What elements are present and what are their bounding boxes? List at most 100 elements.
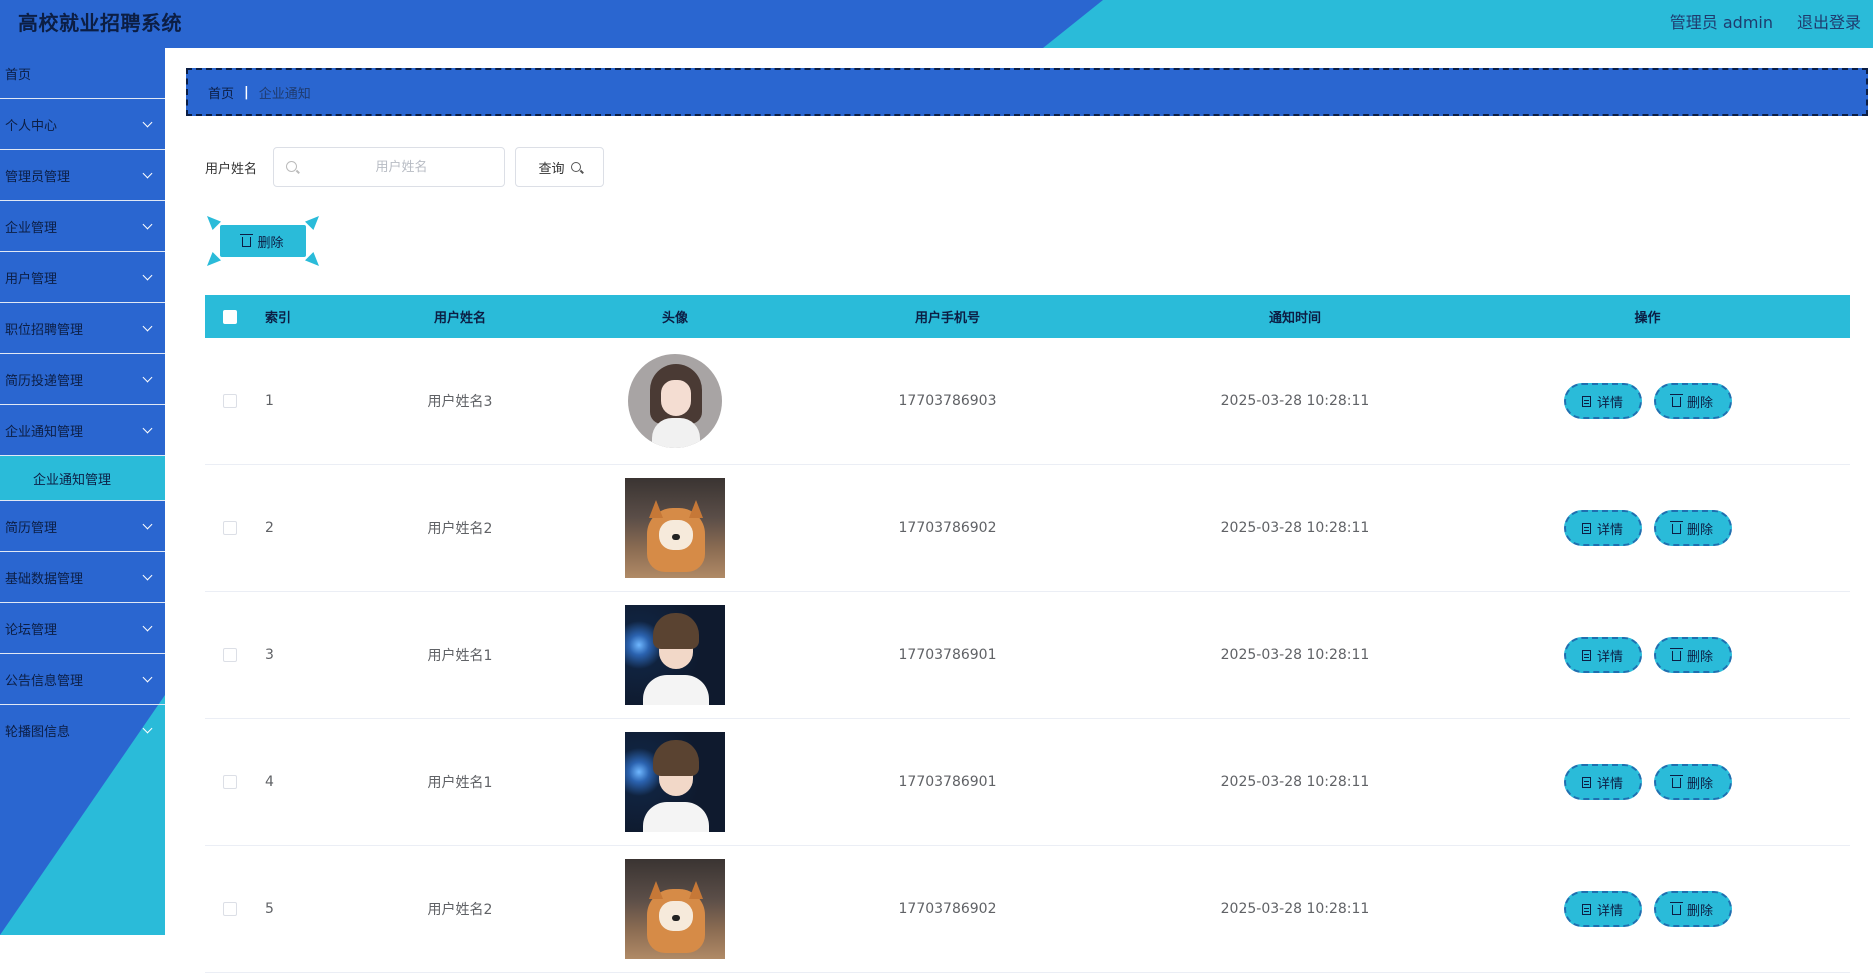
document-icon: [1581, 649, 1591, 661]
sidebar-item-label: 论坛管理: [5, 622, 58, 638]
header-name: 用户姓名: [433, 311, 486, 326]
trash-icon: [1669, 902, 1683, 915]
chevron-down-icon: [142, 723, 153, 734]
cell-phone: 17703786902: [898, 520, 997, 536]
header-index: 索引: [265, 311, 292, 326]
table-header: 索引 用户姓名 头像 用户手机号 通知时间 操作: [205, 295, 1850, 338]
sidebar-item-label: 职位招聘管理: [5, 322, 84, 338]
cell-time: 2025-03-28 10:28:11: [1220, 901, 1370, 917]
chevron-down-icon: [142, 168, 153, 179]
chevron-down-icon: [142, 117, 153, 128]
sidebar-item[interactable]: 简历投递管理: [0, 354, 165, 405]
search-icon: [570, 162, 581, 172]
search-field[interactable]: [273, 147, 505, 187]
avatar: [625, 859, 725, 959]
delete-button[interactable]: 删除: [1653, 637, 1732, 673]
cell-time: 2025-03-28 10:28:11: [1220, 647, 1370, 663]
cell-time: 2025-03-28 10:28:11: [1220, 393, 1370, 409]
current-user: 管理员 admin: [1669, 13, 1773, 32]
detail-button[interactable]: 详情: [1563, 383, 1642, 419]
trash-icon: [1669, 775, 1683, 788]
search-input[interactable]: [304, 148, 499, 186]
sidebar-item-label: 管理员管理: [5, 169, 71, 185]
sidebar-subitem[interactable]: 企业通知管理: [0, 456, 165, 501]
table-row: 1 用户姓名3 17703786903 2025-03-28 10:28:11 详情 删除: [205, 338, 1850, 465]
detail-button[interactable]: 详情: [1563, 510, 1642, 546]
chevron-down-icon: [142, 621, 153, 632]
sidebar-item[interactable]: 公告信息管理: [0, 654, 165, 705]
sidebar-item[interactable]: 用户管理: [0, 252, 165, 303]
top-header: 高校就业招聘系统 管理员 admin 退出登录: [0, 0, 1873, 48]
document-icon: [1581, 522, 1591, 534]
search-label: 用户姓名: [205, 162, 258, 177]
sidebar-item[interactable]: 企业通知管理: [0, 405, 165, 456]
bulk-delete-button[interactable]: 删除: [205, 216, 321, 266]
logout-link[interactable]: 退出登录: [1797, 9, 1861, 33]
detail-button[interactable]: 详情: [1563, 891, 1642, 927]
cell-phone: 17703786901: [898, 774, 997, 790]
header-avatar: 头像: [661, 311, 688, 326]
header-phone: 用户手机号: [914, 311, 980, 326]
row-checkbox[interactable]: [223, 648, 237, 662]
sidebar-item-label: 基础数据管理: [5, 571, 84, 587]
delete-button[interactable]: 删除: [1653, 510, 1732, 546]
query-button[interactable]: 查询: [515, 147, 604, 187]
detail-button[interactable]: 详情: [1563, 764, 1642, 800]
chevron-down-icon: [142, 270, 153, 281]
delete-button[interactable]: 删除: [1653, 891, 1732, 927]
row-checkbox[interactable]: [223, 394, 237, 408]
header-ops: 操作: [1634, 311, 1661, 326]
breadcrumb-separator: |: [244, 84, 249, 100]
document-icon: [1581, 395, 1591, 407]
delete-button[interactable]: 删除: [1653, 764, 1732, 800]
app-title: 高校就业招聘系统: [18, 11, 182, 35]
breadcrumb: 首页 | 企业通知: [186, 68, 1868, 116]
chevron-down-icon: [142, 570, 153, 581]
cell-name: 用户姓名3: [427, 394, 493, 410]
trash-icon: [1669, 521, 1683, 534]
sidebar-item-label: 企业管理: [5, 220, 58, 236]
chevron-down-icon: [142, 219, 153, 230]
header-time: 通知时间: [1268, 311, 1321, 326]
cell-name: 用户姓名2: [427, 521, 493, 537]
breadcrumb-current: 企业通知: [258, 86, 311, 102]
search-icon: [286, 161, 297, 172]
row-checkbox[interactable]: [223, 775, 237, 789]
sidebar-item[interactable]: 职位招聘管理: [0, 303, 165, 354]
sidebar-item[interactable]: 论坛管理: [0, 603, 165, 654]
cell-index: 5: [265, 901, 274, 917]
sidebar-item-label: 企业通知管理: [5, 424, 84, 440]
sidebar-item-label: 个人中心: [5, 118, 58, 134]
detail-button[interactable]: 详情: [1563, 637, 1642, 673]
sidebar-item[interactable]: 个人中心: [0, 99, 165, 150]
select-all-checkbox[interactable]: [223, 309, 237, 324]
table-row: 2 用户姓名2 17703786902 2025-03-28 10:28:11 详情 删除: [205, 465, 1850, 592]
avatar: [625, 605, 725, 705]
row-checkbox[interactable]: [223, 902, 237, 916]
sidebar-item[interactable]: 轮播图信息: [0, 705, 165, 756]
cell-index: 1: [265, 393, 274, 409]
trash-icon: [1669, 394, 1683, 407]
sidebar-item[interactable]: 基础数据管理: [0, 552, 165, 603]
sidebar-item[interactable]: 企业管理: [0, 201, 165, 252]
cell-name: 用户姓名1: [427, 648, 493, 664]
sidebar-item[interactable]: 首页: [0, 48, 165, 99]
sidebar: 首页 个人中心 管理员管理 企业管理 用户管理 职位招聘管理 简历投递管理 企业通知管理 企业通…: [0, 48, 165, 935]
sidebar-item[interactable]: 管理员管理: [0, 150, 165, 201]
breadcrumb-home[interactable]: 首页: [208, 83, 234, 102]
cell-name: 用户姓名1: [427, 775, 493, 791]
sidebar-item-label: 用户管理: [5, 271, 58, 287]
table-row: 3 用户姓名1 17703786901 2025-03-28 10:28:11 详情 删除: [205, 592, 1850, 719]
bulk-delete-label: 删除: [257, 235, 284, 251]
cell-phone: 17703786902: [898, 901, 997, 917]
delete-button[interactable]: 删除: [1653, 383, 1732, 419]
row-checkbox[interactable]: [223, 521, 237, 535]
document-icon: [1581, 776, 1591, 788]
table-body: 1 用户姓名3 17703786903 2025-03-28 10:28:11 详情 删除…: [205, 338, 1850, 973]
sidebar-item[interactable]: 简历管理: [0, 501, 165, 552]
avatar: [628, 354, 722, 448]
chevron-down-icon: [142, 321, 153, 332]
table-row: 4 用户姓名1 17703786901 2025-03-28 10:28:11 详情 删除: [205, 719, 1850, 846]
trash-icon: [240, 234, 254, 247]
notice-table: 索引 用户姓名 头像 用户手机号 通知时间 操作 1 用户姓名3 177037869…: [205, 295, 1850, 973]
